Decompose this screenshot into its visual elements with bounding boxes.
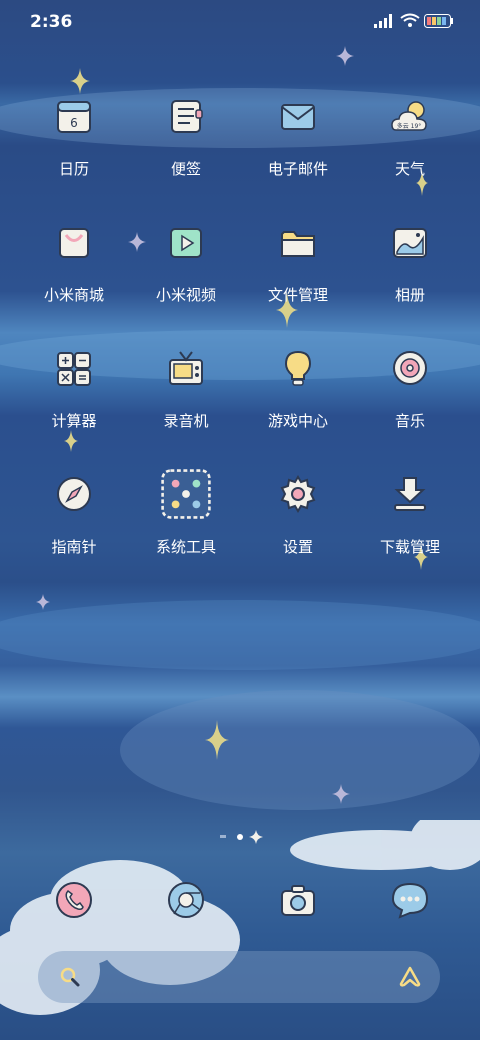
app-label: 指南针 — [51, 538, 97, 556]
phone-icon — [56, 882, 92, 918]
dock-messages[interactable] — [350, 872, 470, 932]
app-file-manager[interactable]: 文件管理 — [238, 216, 358, 326]
app-label: 计算器 — [51, 412, 97, 430]
app-label: 便签 — [170, 160, 201, 178]
gallery-icon — [393, 228, 427, 258]
download-icon — [394, 477, 426, 511]
svg-text:多云 19°: 多云 19° — [397, 122, 422, 130]
app-music[interactable]: 音乐 — [350, 342, 470, 452]
app-label: 录音机 — [163, 412, 209, 430]
compass-icon — [57, 477, 91, 511]
lightbulb-icon — [284, 350, 312, 386]
mountain — [120, 690, 480, 810]
app-download-manager[interactable]: 下载管理 — [350, 468, 470, 578]
sparkle-icon — [336, 46, 354, 66]
search-bar[interactable] — [38, 951, 440, 1003]
app-label: 系统工具 — [155, 538, 216, 556]
email-icon — [281, 104, 315, 130]
app-weather[interactable]: 多云 19° 天气 — [350, 90, 470, 200]
folder-icon — [281, 231, 315, 257]
app-game-center[interactable]: 游戏中心 — [238, 342, 358, 452]
dock-browser[interactable] — [126, 872, 246, 932]
app-label: 小米视频 — [155, 286, 216, 304]
weather-icon: 多云 19° — [391, 101, 427, 131]
battery-icon — [424, 14, 453, 28]
app-label: 电子邮件 — [267, 160, 328, 178]
status-time: 2:36 — [30, 12, 73, 32]
app-label: 文件管理 — [267, 286, 328, 304]
page-indicator[interactable] — [218, 830, 268, 844]
sparkle-icon — [332, 784, 350, 804]
app-label: 音乐 — [394, 412, 425, 430]
app-system-tools[interactable]: 系统工具 — [126, 468, 246, 578]
folder-grid-icon — [161, 469, 211, 519]
app-calendar[interactable]: 6 日历 — [14, 90, 134, 200]
svg-text:6: 6 — [70, 116, 78, 130]
app-calculator[interactable]: 计算器 — [14, 342, 134, 452]
gear-icon — [280, 475, 316, 513]
app-label: 小米商城 — [43, 286, 104, 304]
app-recorder[interactable]: 录音机 — [126, 342, 246, 452]
app-label: 下载管理 — [379, 538, 440, 556]
dock-phone[interactable] — [14, 872, 134, 932]
wifi-icon — [400, 13, 420, 27]
app-label: 设置 — [282, 538, 313, 556]
app-notes[interactable]: 便签 — [126, 90, 246, 200]
app-compass[interactable]: 指南针 — [14, 468, 134, 578]
message-icon — [391, 882, 429, 919]
sky-band — [0, 600, 480, 670]
app-label: 游戏中心 — [267, 412, 328, 430]
app-email[interactable]: 电子邮件 — [238, 90, 358, 200]
camera-icon — [281, 885, 315, 916]
app-label: 日历 — [58, 160, 89, 178]
browser-icon — [168, 882, 204, 918]
recorder-icon — [169, 351, 203, 385]
app-mi-store[interactable]: 小米商城 — [14, 216, 134, 326]
notes-icon — [171, 100, 203, 133]
music-disc-icon — [393, 351, 427, 385]
calculator-icon — [57, 352, 91, 386]
sparkle-icon — [205, 720, 229, 760]
search-icon — [60, 967, 80, 987]
app-label: 天气 — [394, 160, 425, 178]
app-settings[interactable]: 设置 — [238, 468, 358, 578]
mi-video-icon — [170, 228, 202, 258]
dock-camera[interactable] — [238, 872, 358, 932]
signal-icon — [374, 14, 392, 28]
app-gallery[interactable]: 相册 — [350, 216, 470, 326]
app-label: 相册 — [394, 286, 425, 304]
mi-store-icon — [59, 228, 89, 258]
assistant-icon[interactable] — [398, 965, 422, 989]
status-bar: 2:36 — [0, 0, 480, 44]
sparkle-icon — [36, 594, 50, 610]
calendar-icon: 6 — [57, 101, 91, 133]
app-mi-video[interactable]: 小米视频 — [126, 216, 246, 326]
